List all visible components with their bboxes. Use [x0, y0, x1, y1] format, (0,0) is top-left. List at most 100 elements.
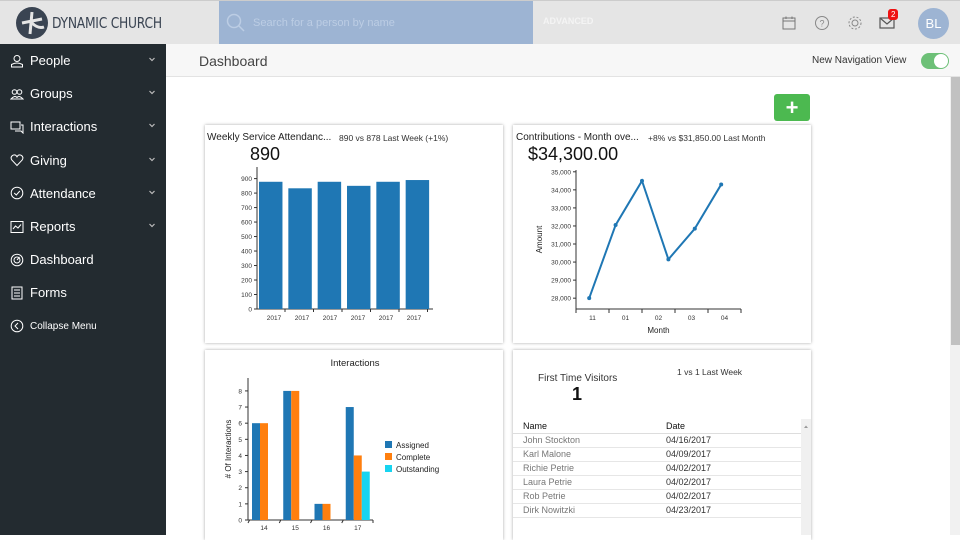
dashboard-icon — [10, 253, 24, 267]
advanced-search-link[interactable]: ADVANCED — [543, 16, 593, 26]
sidebar-item-dashboard[interactable]: Dashboard — [0, 243, 166, 276]
sidebar: People Groups Interactions Giving Attend… — [0, 44, 166, 535]
y-tick-label: 31,000 — [551, 242, 571, 249]
y-tick-label: 8 — [238, 388, 242, 395]
avatar[interactable]: BL — [918, 8, 949, 39]
chat-icon — [10, 121, 24, 134]
interaction-bar-assigned — [252, 423, 260, 520]
y-tick-label: 500 — [241, 234, 252, 241]
sidebar-item-label: Forms — [30, 285, 67, 301]
chevron-down-icon — [149, 123, 155, 128]
search-input[interactable] — [253, 17, 523, 29]
attendance-bar — [317, 181, 342, 309]
interaction-bar-assigned — [283, 390, 292, 520]
y-tick-label: 200 — [241, 278, 252, 285]
page-header: Dashboard New Navigation View — [166, 44, 960, 77]
attendance-bar — [259, 181, 283, 309]
x-tick-label: 01 — [622, 315, 630, 322]
legend-label-outstanding: Outstanding — [396, 465, 439, 474]
person-icon — [11, 54, 23, 68]
y-tick-label: 1 — [238, 501, 242, 508]
contributions-line — [588, 178, 723, 299]
y-tick-label: 100 — [241, 292, 252, 299]
contributions-card: Contributions - Month ove... +8% vs $31,… — [513, 125, 811, 343]
interaction-bar-assigned — [345, 407, 354, 520]
logo[interactable]: DYNAMIC CHURCH — [16, 7, 186, 39]
mail-badge: 2 — [888, 9, 899, 20]
table-row[interactable]: Rob Petrie 04/02/2017 — [513, 489, 801, 504]
x-tick-label: 03 — [688, 315, 696, 322]
nav-toggle-label: New Navigation View — [812, 55, 907, 66]
legend-label-complete: Complete — [396, 453, 431, 462]
attendance-chart: 0 100 200 300 400 500 600 700 800 900 2017 2017 2017… — [241, 167, 433, 322]
gear-icon[interactable] — [846, 14, 864, 32]
check-circle-icon — [10, 187, 24, 200]
search-bar[interactable] — [219, 1, 533, 45]
table-row[interactable]: Dirk Nowitzki 04/23/2017 — [513, 503, 801, 518]
logo-mark-icon — [16, 7, 48, 39]
x-tick-label: 15 — [292, 525, 300, 532]
y-tick-label: 600 — [241, 220, 252, 227]
legend-swatch-complete — [385, 453, 392, 460]
chevron-down-icon — [149, 190, 155, 195]
new-navigation-toggle[interactable] — [921, 53, 949, 69]
visitor-name: Richie Petrie — [513, 461, 656, 476]
svg-text:?: ? — [819, 19, 824, 29]
table-row[interactable]: Karl Malone 04/09/2017 — [513, 447, 801, 462]
table-row[interactable]: Richie Petrie 04/02/2017 — [513, 461, 801, 476]
column-header-name[interactable]: Name — [513, 419, 656, 434]
collapse-menu-button[interactable]: Collapse Menu — [0, 310, 166, 343]
y-tick-label: 800 — [241, 191, 252, 198]
x-tick-label: 2017 — [295, 315, 310, 322]
column-header-date[interactable]: Date — [656, 419, 801, 434]
x-tick-label: 2017 — [379, 315, 394, 322]
help-icon[interactable]: ? — [813, 14, 831, 32]
x-tick-label: 16 — [323, 525, 331, 532]
visitor-date: 04/23/2017 — [656, 503, 801, 518]
scroll-up-icon[interactable] — [801, 422, 811, 432]
visitor-date: 04/09/2017 — [656, 447, 801, 462]
app-name: DYNAMIC CHURCH — [52, 14, 162, 32]
visitor-date: 04/02/2017 — [656, 475, 801, 490]
table-row[interactable]: Laura Petrie 04/02/2017 — [513, 475, 801, 490]
group-icon — [10, 88, 24, 100]
x-tick-label: 2017 — [323, 315, 338, 322]
y-tick-label: 6 — [238, 421, 242, 428]
attendance-bar — [347, 185, 371, 309]
sidebar-item-reports[interactable]: Reports — [0, 210, 166, 243]
table-row[interactable]: John Stockton 04/16/2017 — [513, 433, 801, 448]
toggle-knob — [934, 54, 948, 68]
x-tick-label: 2017 — [351, 315, 366, 322]
sidebar-item-people[interactable]: People — [0, 44, 166, 77]
table-scrollbar[interactable] — [801, 419, 811, 535]
interaction-bar-complete — [291, 390, 300, 520]
add-widget-button[interactable]: + — [774, 94, 810, 121]
visitor-date: 04/16/2017 — [656, 433, 801, 448]
sidebar-item-giving[interactable]: Giving — [0, 144, 166, 177]
visitor-name: Laura Petrie — [513, 475, 656, 490]
y-tick-label: 900 — [241, 176, 252, 183]
calendar-icon[interactable] — [780, 14, 798, 32]
legend-label-assigned: Assigned — [396, 441, 429, 450]
visitor-date: 04/02/2017 — [656, 461, 801, 476]
sidebar-item-interactions[interactable]: Interactions — [0, 110, 166, 143]
data-point — [666, 257, 671, 262]
sidebar-item-forms[interactable]: Forms — [0, 276, 166, 309]
sidebar-item-groups[interactable]: Groups — [0, 77, 166, 110]
interactions-chart: Interactions 0 1 2 3 4 5 6 7 8 # Of Interactions 14… — [224, 358, 439, 532]
chevron-down-icon — [149, 90, 155, 95]
legend-swatch-outstanding — [385, 465, 392, 472]
x-axis-label: Month — [647, 326, 669, 335]
page-scrollbar[interactable] — [950, 77, 960, 535]
top-bar: DYNAMIC CHURCH ADVANCED ? 2 BL — [0, 0, 960, 45]
chart-icon — [10, 220, 24, 233]
attendance-bar — [376, 181, 400, 309]
sidebar-item-attendance[interactable]: Attendance — [0, 177, 166, 210]
scrollbar-thumb[interactable] — [951, 77, 960, 345]
sidebar-item-label: Giving — [30, 152, 67, 168]
card-value: 1 — [572, 384, 583, 404]
forms-icon — [11, 286, 23, 300]
sidebar-item-label: Attendance — [30, 185, 96, 201]
sidebar-item-label: Groups — [30, 86, 73, 102]
visitors-table: Name Date John Stockton 04/16/2017 Karl M… — [513, 419, 801, 518]
